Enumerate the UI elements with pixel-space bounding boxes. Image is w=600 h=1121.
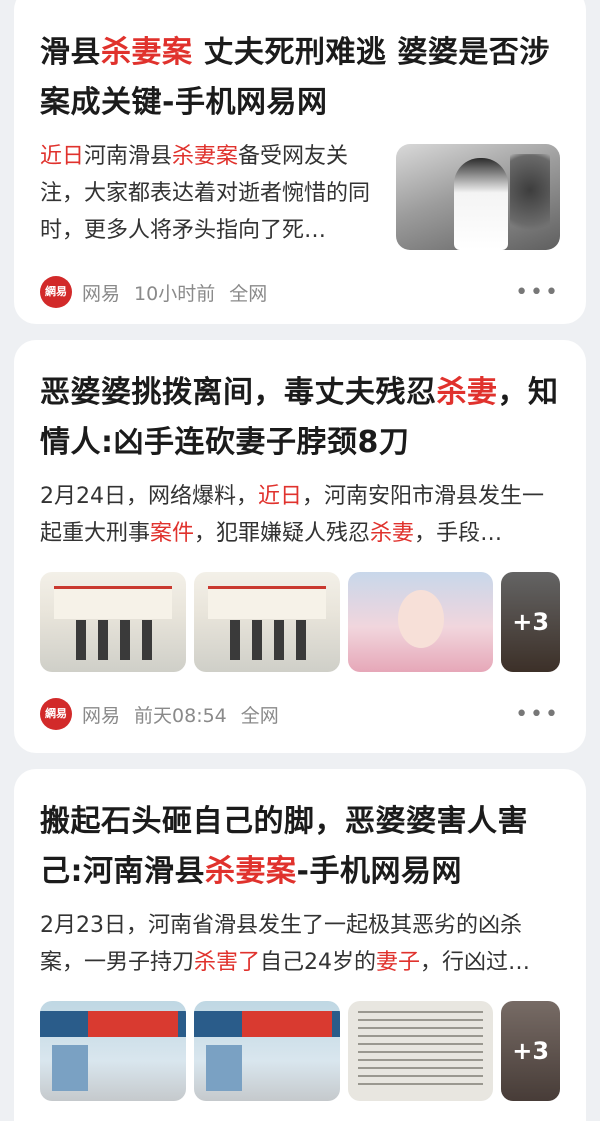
title-highlight: 杀妻案 [101, 35, 193, 70]
gallery-image[interactable] [40, 572, 186, 672]
snippet-highlight: 近日 [258, 484, 303, 509]
snippet-highlight: 杀妻案 [172, 144, 239, 169]
snippet-highlight: 近日 [40, 144, 85, 169]
article-meta: 網易 网易 前天08:54 全网 ••• [40, 698, 560, 730]
snippet-text: 自己24岁的 [260, 950, 377, 975]
snippet-text: 河南滑县 [84, 144, 173, 169]
scope-label: 全网 [229, 282, 268, 305]
snippet-text: ，犯罪嫌疑人残忍 [194, 521, 371, 546]
more-dots-icon[interactable]: ••• [515, 702, 560, 727]
more-images-count: +3 [501, 572, 560, 672]
thumbnail-person [454, 158, 508, 250]
snippet-text: 2月24日，网络爆料， [40, 484, 258, 509]
netease-logo-icon: 網易 [40, 698, 72, 730]
gallery-image[interactable] [40, 1001, 186, 1101]
gallery-image[interactable] [347, 572, 494, 672]
title-highlight: 杀妻案 [205, 854, 297, 889]
article-snippet: 2月24日，网络爆料，近日，河南安阳市滑县发生一起重大刑事案件，犯罪嫌疑人残忍杀… [40, 478, 560, 552]
gallery-image[interactable] [347, 1001, 494, 1101]
gallery-image-more[interactable]: +3 [501, 572, 560, 672]
thumbnail-tree [510, 154, 550, 244]
source-name: 网易 [82, 282, 121, 305]
news-card[interactable]: 滑县杀妻案 丈夫死刑难逃 婆婆是否涉案成关键-手机网易网 近日河南滑县杀妻案备受… [14, 0, 586, 324]
snippet-highlight: 杀妻 [370, 521, 415, 546]
snippet-text: ，行凶过… [420, 950, 531, 975]
article-snippet: 近日河南滑县杀妻案备受网友关注，大家都表达着对逝者惋惜的同时，更多人将矛头指向了… [40, 138, 370, 249]
news-card[interactable]: 搬起石头砸自己的脚，恶婆婆害人害己:河南滑县杀妻案-手机网易网 2月23日，河南… [14, 769, 586, 1121]
article-thumbnail[interactable] [396, 144, 560, 250]
image-gallery: +3 [40, 572, 560, 672]
source-name: 网易 [82, 704, 121, 727]
more-images-count: +3 [501, 1001, 560, 1101]
snippet-highlight: 杀害了 [194, 950, 261, 975]
gallery-image[interactable] [193, 572, 340, 672]
image-gallery: +3 [40, 1001, 560, 1101]
article-meta: 網易 网易 10小时前 全网 ••• [40, 276, 560, 308]
news-card[interactable]: 恶婆婆挑拨离间，毒丈夫残忍杀妻，知情人:凶手连砍妻子脖颈8刀 2月24日，网络爆… [14, 340, 586, 753]
title-highlight: 杀妻 [436, 375, 498, 410]
publish-time: 10小时前 [134, 282, 216, 305]
title-text: 恶婆婆挑拨离间，毒丈夫残忍 [40, 375, 437, 410]
article-title[interactable]: 恶婆婆挑拨离间，毒丈夫残忍杀妻，知情人:凶手连砍妻子脖颈8刀 [40, 340, 560, 468]
snippet-highlight: 妻子 [376, 950, 421, 975]
article-title[interactable]: 搬起石头砸自己的脚，恶婆婆害人害己:河南滑县杀妻案-手机网易网 [40, 769, 560, 897]
title-text: -手机网易网 [296, 854, 462, 889]
netease-logo-icon: 網易 [40, 276, 72, 308]
news-feed: 滑县杀妻案 丈夫死刑难逃 婆婆是否涉案成关键-手机网易网 近日河南滑县杀妻案备受… [0, 0, 600, 1121]
scope-label: 全网 [240, 704, 279, 727]
title-text: 滑县 [40, 35, 101, 70]
gallery-image-more[interactable]: +3 [501, 1001, 560, 1101]
more-dots-icon[interactable]: ••• [515, 280, 560, 305]
article-snippet: 2月23日，河南省滑县发生了一起极其恶劣的凶杀案，一男子持刀杀害了自己24岁的妻… [40, 907, 560, 981]
snippet-highlight: 案件 [150, 521, 195, 546]
gallery-image[interactable] [193, 1001, 340, 1101]
snippet-text: ，手段… [414, 521, 503, 546]
article-title[interactable]: 滑县杀妻案 丈夫死刑难逃 婆婆是否涉案成关键-手机网易网 [40, 0, 560, 128]
publish-time: 前天08:54 [134, 704, 227, 727]
